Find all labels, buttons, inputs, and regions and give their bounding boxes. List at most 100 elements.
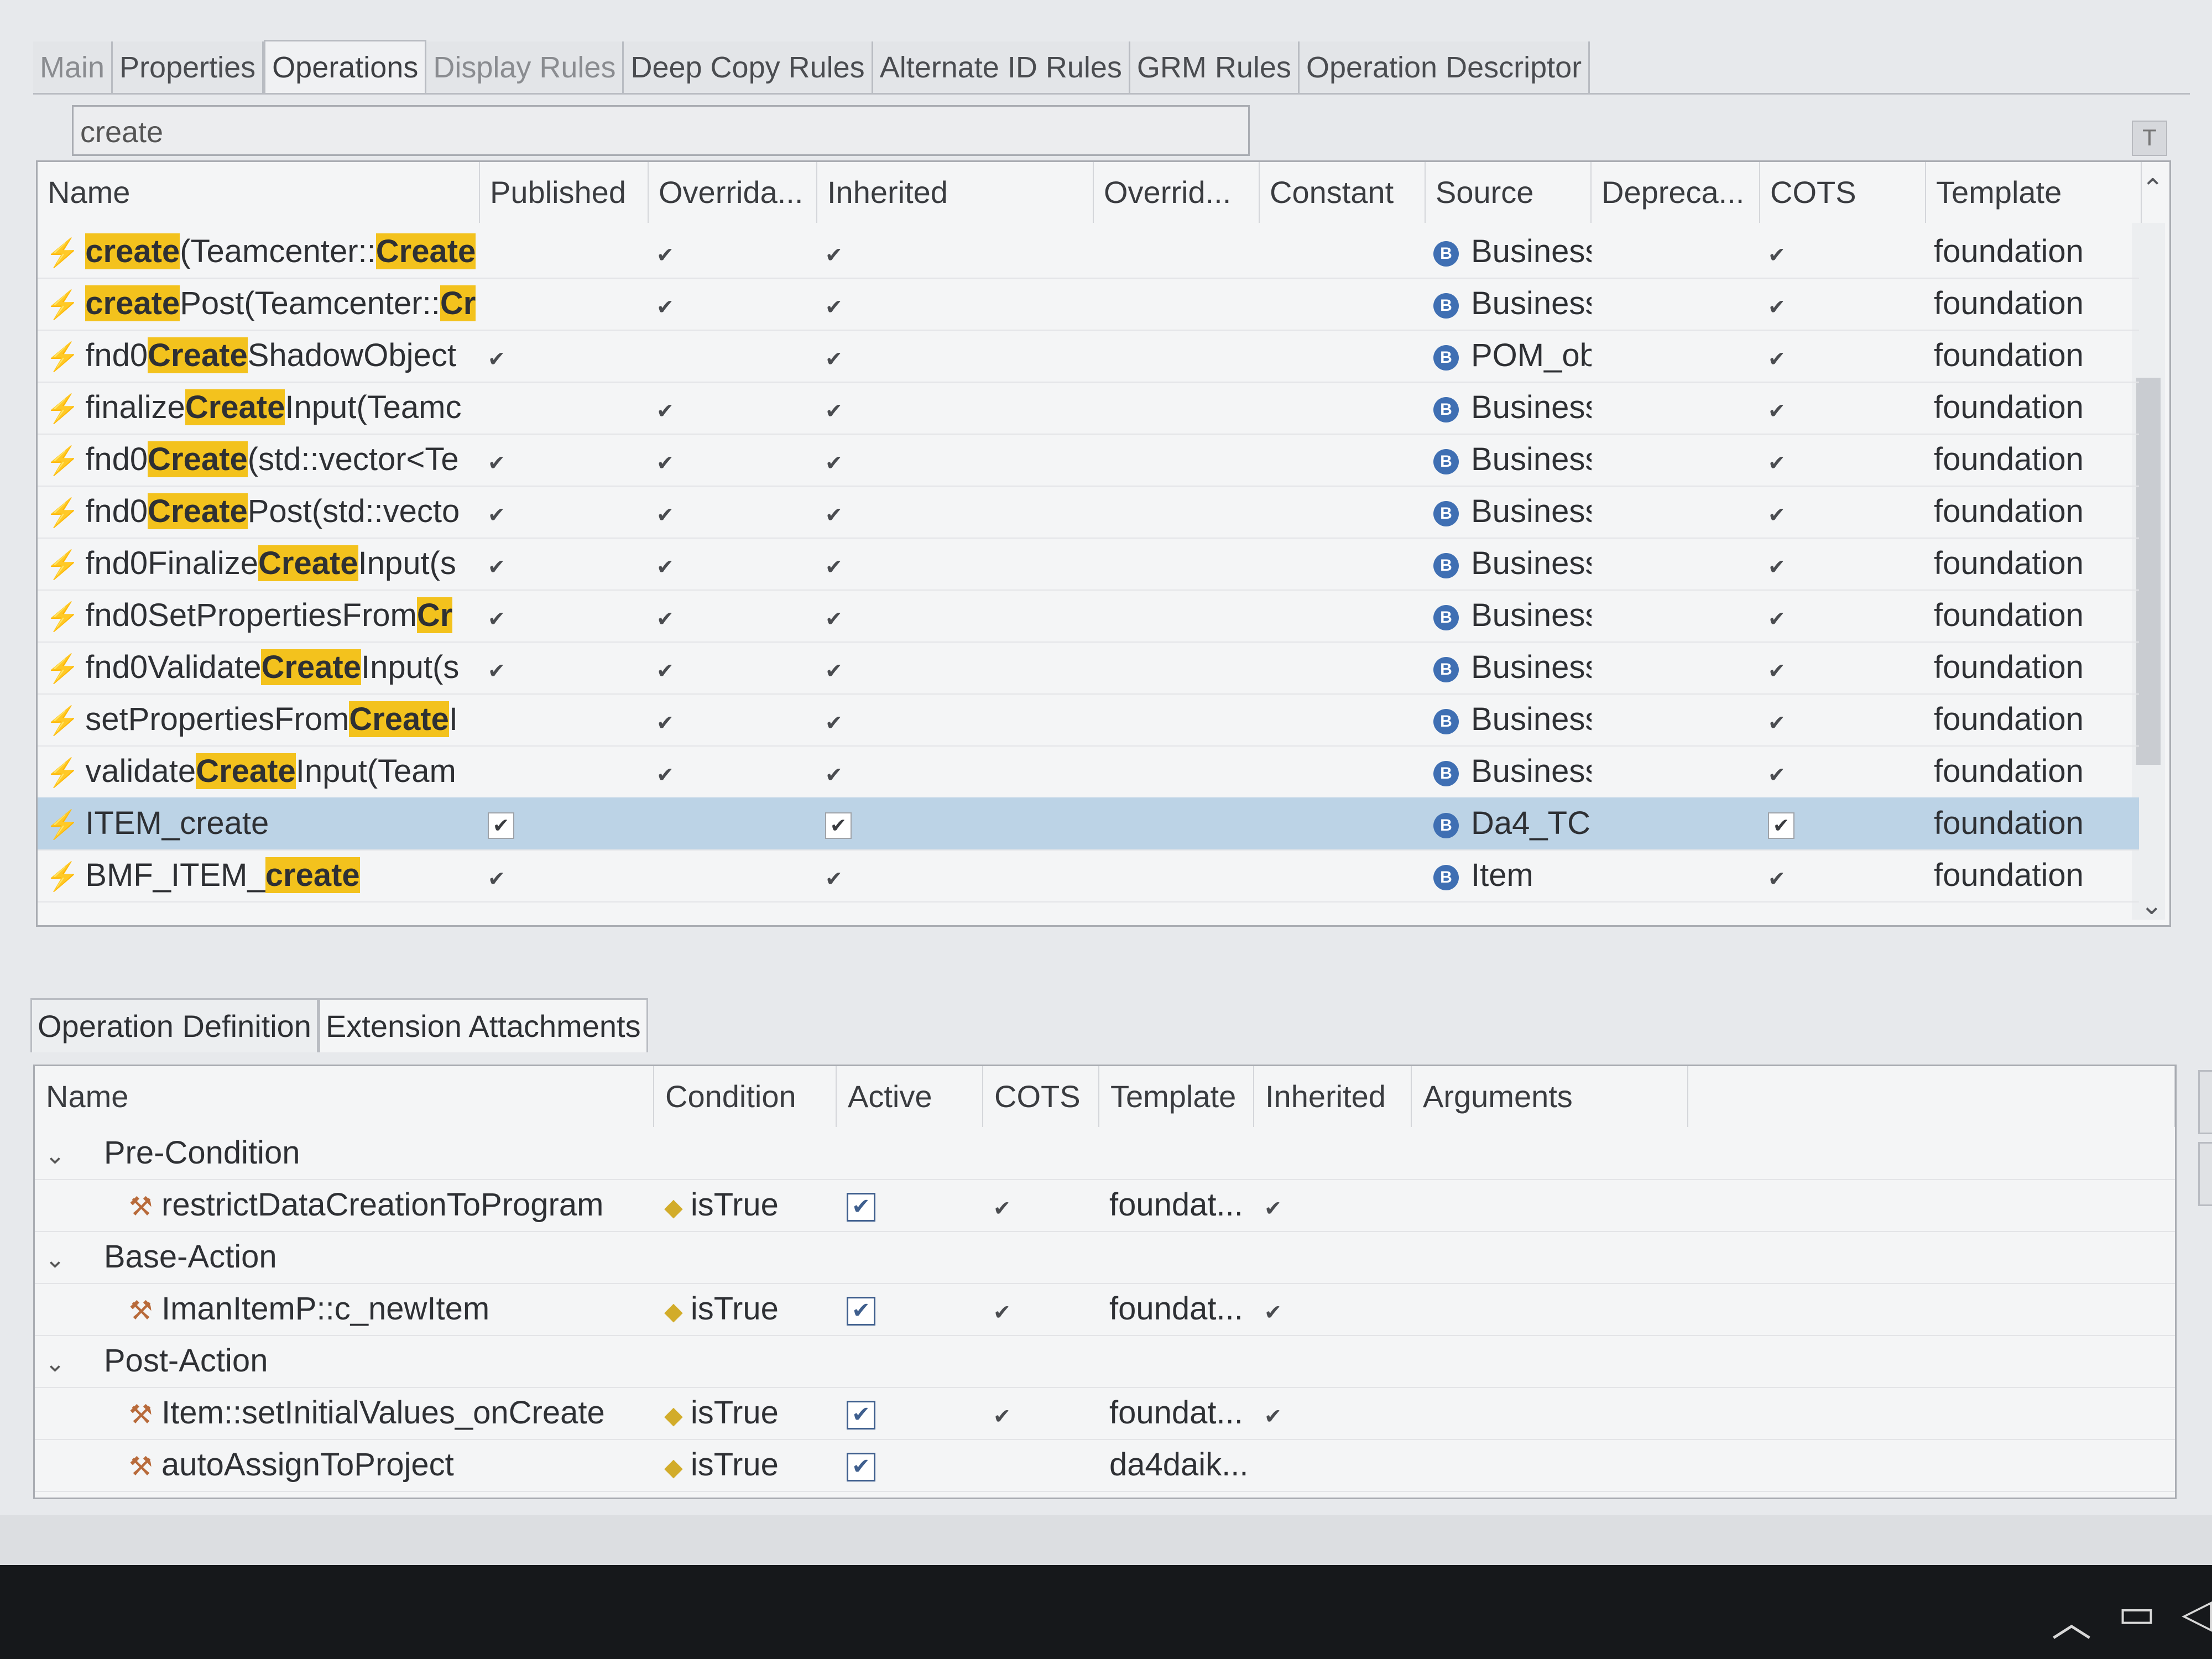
- published-cell: [480, 278, 649, 330]
- table-row[interactable]: ⚡ setPropertiesFromCreateI ✔ ✔ B Business ✔ fou…: [38, 693, 2139, 747]
- extension-name: Item::setInitialValues_onCreate: [161, 1395, 605, 1431]
- tab-grm-rules[interactable]: GRM Rules: [1130, 41, 1300, 94]
- active-checkbox[interactable]: ✔: [847, 1400, 875, 1430]
- cots-check: ✔: [1768, 812, 1794, 839]
- column-header[interactable]: Inherited: [817, 162, 1094, 223]
- active-checkbox[interactable]: ✔: [847, 1452, 875, 1481]
- overridable-cell: ✔: [649, 226, 817, 278]
- cots-check: ✔: [1768, 296, 1786, 319]
- inherited-cell: ✔: [817, 226, 1094, 278]
- published-check: ✔: [488, 868, 505, 891]
- side-panel-tab[interactable]: [2198, 1142, 2212, 1206]
- column-header[interactable]: Overrid...: [1094, 162, 1260, 223]
- condition-cell[interactable]: ◆ isTrue: [654, 1439, 837, 1491]
- table-row[interactable]: ⚡ fnd0SetPropertiesFromCr ✔ ✔ ✔ B Business ✔ fou…: [38, 589, 2139, 643]
- table-row[interactable]: ⚡ createPost(Teamcenter::Cr ✔ ✔ B Business ✔ fo…: [38, 278, 2139, 331]
- tab-alternate-id-rules[interactable]: Alternate ID Rules: [873, 41, 1130, 94]
- column-header[interactable]: COTS: [983, 1066, 1099, 1127]
- overridable-cell: [649, 330, 817, 382]
- operation-name-cell: ⚡ fnd0CreatePost(std::vecto: [38, 486, 480, 538]
- source-cell: B Business: [1426, 745, 1592, 797]
- table-row[interactable]: ⚒ restrictDataCreationToProgram ◆ isTrue ✔ ✔ f…: [35, 1179, 2175, 1232]
- volume-icon[interactable]: ◁: [2182, 1590, 2212, 1636]
- table-row[interactable]: ⚡ fnd0Create(std::vector<Te ✔ ✔ ✔ B Business ✔ f…: [38, 434, 2139, 487]
- table-row[interactable]: ⚡ ITEM_create ✔ ✔ B Da4_TCI ✔ foundation: [38, 797, 2139, 851]
- column-header[interactable]: Published: [480, 162, 649, 223]
- filter-icon[interactable]: T: [2132, 121, 2167, 156]
- column-header[interactable]: Arguments: [1412, 1066, 1688, 1127]
- table-row[interactable]: ⚒ ImanItemP::c_newItem ◆ isTrue ✔ ✔ foundat...…: [35, 1283, 2175, 1336]
- extension-name: restrictDataCreationToProgram: [161, 1187, 604, 1223]
- group-row[interactable]: ⌄ Base-Action: [35, 1231, 2175, 1284]
- table-row[interactable]: ⚡ fnd0ValidateCreateInput(s ✔ ✔ ✔ B Business ✔ f…: [38, 641, 2139, 695]
- business-object-icon: B: [1433, 656, 1459, 682]
- column-header[interactable]: Source: [1426, 162, 1592, 223]
- condition-cell[interactable]: ◆ isTrue: [654, 1283, 837, 1335]
- tab-display-rules[interactable]: Display Rules: [426, 41, 624, 94]
- column-header[interactable]: Constant: [1260, 162, 1426, 223]
- inherited-check: ✔: [825, 452, 843, 475]
- name-segment: Create: [196, 753, 296, 789]
- column-header[interactable]: Overrida...: [649, 162, 817, 223]
- tab-operation-descriptor[interactable]: Operation Descriptor: [1299, 41, 1590, 94]
- column-header[interactable]: Name: [35, 1066, 654, 1127]
- chevron-down-icon[interactable]: ⌄: [45, 1246, 65, 1273]
- source-text: POM_ob: [1471, 337, 1592, 373]
- table-row[interactable]: ⚡ fnd0FinalizeCreateInput(s ✔ ✔ ✔ B Business ✔ f…: [38, 538, 2139, 591]
- column-header[interactable]: Depreca...: [1592, 162, 1760, 223]
- name-cell: ⚒ restrictDataCreationToProgram: [35, 1179, 654, 1231]
- side-panel-tab[interactable]: [2198, 1070, 2212, 1134]
- tab-main[interactable]: Main: [33, 41, 113, 94]
- chevron-down-icon[interactable]: ⌄: [45, 1142, 65, 1169]
- operation-name-cell: ⚡ createPost(Teamcenter::Cr: [38, 278, 480, 330]
- column-header[interactable]: Name: [38, 162, 480, 223]
- template-cell: foundation: [1934, 389, 2084, 425]
- table-row[interactable]: ⚒ autoAssignToProject ◆ isTrue ✔ da4daik...: [35, 1439, 2175, 1492]
- name-segment: Post(std::vecto: [247, 493, 460, 529]
- source-cell: B Business: [1426, 693, 1592, 745]
- column-header[interactable]: Inherited: [1254, 1066, 1412, 1127]
- scroll-down-icon[interactable]: ⌄: [2141, 890, 2163, 921]
- name-cell: ⚒ autoAssignToProject: [35, 1439, 654, 1491]
- name-segment: fnd0SetPropertiesFrom: [85, 597, 417, 633]
- cots-cell: ✔: [983, 1179, 1099, 1231]
- condition-cell[interactable]: ◆ isTrue: [654, 1179, 837, 1231]
- column-header[interactable]: Template: [1099, 1066, 1254, 1127]
- scroll-up-icon[interactable]: ⌃: [2142, 173, 2164, 204]
- chevron-down-icon[interactable]: ⌄: [45, 1350, 65, 1377]
- tab-deep-copy-rules[interactable]: Deep Copy Rules: [624, 41, 873, 94]
- table-row[interactable]: ⚡ fnd0CreatePost(std::vecto ✔ ✔ ✔ B Business ✔ f…: [38, 486, 2139, 539]
- table-row[interactable]: ⚡ BMF_ITEM_create ✔ ✔ B Item ✔ foundation: [38, 849, 2139, 902]
- network-icon[interactable]: ▭: [2118, 1590, 2156, 1636]
- tab-operation-definition[interactable]: Operation Definition: [30, 998, 319, 1052]
- active-checkbox[interactable]: ✔: [847, 1192, 875, 1222]
- table-row[interactable]: ⚡ create(Teamcenter::Create ✔ ✔ B Business ✔ fo…: [38, 226, 2139, 279]
- source-cell: B Business: [1426, 226, 1592, 278]
- source-text: Da4_TCI: [1471, 805, 1592, 841]
- table-row[interactable]: ⚒ Item::setInitialValues_onCreate ◆ isTrue ✔…: [35, 1387, 2175, 1440]
- active-checkbox[interactable]: ✔: [847, 1296, 875, 1326]
- condition-cell[interactable]: ◆ isTrue: [654, 1387, 837, 1439]
- name-segment: Post(Teamcenter::: [180, 285, 440, 321]
- table-row[interactable]: ⚡ validateCreateInput(Team ✔ ✔ B Business ✔ fou…: [38, 745, 2139, 799]
- chevron-up-icon[interactable]: ︿: [2052, 1590, 2091, 1648]
- editor-tab-bar: Main Properties Operations Display Rules Dee…: [33, 30, 1590, 94]
- business-object-icon: B: [1433, 708, 1459, 734]
- tab-operations[interactable]: Operations: [264, 40, 427, 94]
- group-row[interactable]: ⌄ Post-Action: [35, 1335, 2175, 1388]
- overridable-check: ✔: [656, 764, 674, 787]
- group-row[interactable]: ⌄ Pre-Condition: [35, 1127, 2175, 1180]
- filter-input[interactable]: create: [72, 105, 1250, 156]
- condition-icon: ◆: [664, 1194, 683, 1221]
- tab-extension-attachments[interactable]: Extension Attachments: [318, 998, 648, 1052]
- column-header[interactable]: Condition: [654, 1066, 837, 1127]
- tab-properties[interactable]: Properties: [113, 41, 264, 94]
- column-header[interactable]: Active: [837, 1066, 983, 1127]
- cots-cell: ✔: [1760, 745, 1926, 797]
- column-header[interactable]: COTS: [1760, 162, 1926, 223]
- column-header[interactable]: Template: [1926, 162, 2142, 223]
- published-cell: ✔: [480, 589, 649, 641]
- active-cell: ✔: [837, 1387, 983, 1439]
- table-row[interactable]: ⚡ finalizeCreateInput(Teamc ✔ ✔ B Business ✔ fo…: [38, 382, 2139, 435]
- table-row[interactable]: ⚡ fnd0CreateShadowObject ✔ ✔ B POM_ob ✔ foundat…: [38, 330, 2139, 383]
